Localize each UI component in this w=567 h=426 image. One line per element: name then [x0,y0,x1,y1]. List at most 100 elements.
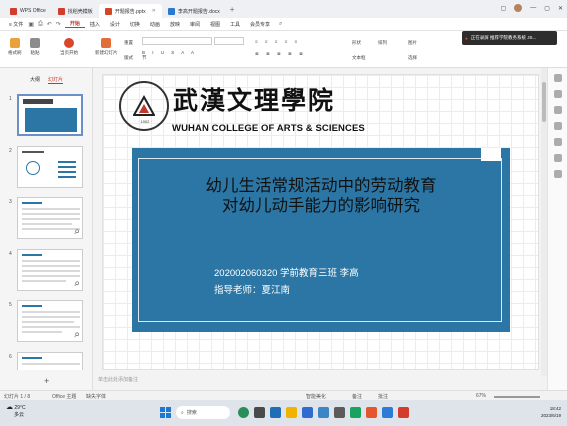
notes-button[interactable]: 备注 [352,393,362,400]
font-name-field[interactable] [142,37,212,45]
avatar[interactable] [514,4,523,12]
search-icon: ⌕ [181,409,184,416]
align-buttons[interactable]: ≣ ≣ ≣ ≣ ≣ [255,51,306,57]
layout-button[interactable]: 版式 [124,55,133,61]
slide-thumbnail-4[interactable]: ⌕ [17,249,83,291]
tab-label: WPS Office [20,8,46,14]
slide-thumbnail-6[interactable] [17,352,83,370]
menu-tools[interactable]: 工具 [225,21,245,28]
recording-toast[interactable]: ● 正在录屏 推荐学院教务系统 JS... [462,31,557,45]
slide-number: 2 [9,148,12,154]
menu-member[interactable]: 会员专享 [245,21,275,28]
wps-taskbar-icon[interactable] [398,407,409,418]
file-explorer-icon[interactable] [286,407,297,418]
layout-icon[interactable]: ▢ [501,5,507,12]
wechat-icon[interactable] [350,407,361,418]
paste-button[interactable]: 粘贴 [30,38,40,56]
new-tab-button[interactable]: + [230,5,235,14]
docx-icon [167,7,175,15]
slide-thumbnail-1[interactable] [17,94,83,136]
zoom-level[interactable]: 67% [476,393,486,399]
taskbar-search[interactable]: ⌕ 搜索 [176,406,230,419]
reset-button[interactable]: 重置 [124,40,133,46]
menu-insert[interactable]: 插入 [85,21,105,28]
menu-design[interactable]: 设计 [105,21,125,28]
add-slide-button[interactable]: + [44,376,49,386]
paragraph-buttons[interactable]: ≡ ≡ ≡ ≡ ≡ [255,39,300,44]
font-size-field[interactable] [214,37,244,45]
tab-docx[interactable]: 李高开题报告.docx [162,4,226,18]
menu-slideshow[interactable]: 放映 [165,21,185,28]
search-label: 搜索 [186,410,197,416]
template-icon [57,7,65,15]
college-name-en: WUHAN COLLEGE OF ARTS & SCIENCES [172,123,365,134]
select-icon[interactable] [554,106,562,114]
scrollbar-thumb[interactable] [542,82,546,122]
textbox-button[interactable]: 文本框 [352,55,366,61]
slide-thumbnail-5[interactable]: ⌕ [17,300,83,342]
share-icon[interactable] [554,170,562,178]
tab-slides[interactable]: 幻灯片 [48,76,64,84]
smart-beautify-button[interactable]: 智能美化 [306,393,326,400]
redo-icon[interactable]: ↷ [56,21,61,28]
file-menu[interactable]: ≡ 文件 [4,21,28,28]
tab-template[interactable]: 找稻壳模板 [52,4,99,18]
clock-time: 18:42 [549,406,561,411]
close-tab-icon[interactable]: ✕ [152,8,156,14]
menu-review[interactable]: 审阅 [185,21,205,28]
missing-font[interactable]: 缺失字体 [86,393,106,400]
format-painter-button[interactable]: 格式刷 [8,38,22,56]
slide-thumbnail-2[interactable] [17,146,83,188]
thumb-logo [23,99,53,104]
zoom-slider[interactable] [494,396,540,398]
edge-icon[interactable] [270,407,281,418]
new-slide-label: 新建幻灯片 [95,50,118,55]
menu-home[interactable]: 开始 [64,20,85,28]
quick-access: ▣ ⎙ ↶ ↷ [28,21,61,28]
tab-wps-home[interactable]: WPS Office [4,4,52,18]
settings-icon[interactable] [554,154,562,162]
title-bar: WPS Office 找稻壳模板 开题报告.pptx ✕ 李高开题报告.docx… [0,0,567,18]
new-slide-button[interactable]: 新建幻灯片 [95,38,118,56]
shape-icon[interactable] [554,90,562,98]
print-icon[interactable]: ⎙ [38,21,43,28]
start-button[interactable] [160,407,171,418]
select-button[interactable]: 选择 [408,55,417,61]
minimize-icon[interactable]: — [530,5,536,11]
student-info: 202002060320 学前教育三班 李高 [214,268,359,279]
notes-placeholder[interactable]: 单击此处添加备注 [98,376,138,383]
search-icon[interactable]: ⌕ [279,21,282,28]
maximize-icon[interactable]: ▢ [544,5,550,12]
tab-outline[interactable]: 大纲 [30,76,40,84]
shape-button[interactable]: 形状 [352,40,361,46]
app-icon-1[interactable] [238,407,249,418]
from-current-button[interactable]: 当页开始 [60,38,78,56]
undo-icon[interactable]: ↶ [47,21,52,28]
save-icon[interactable]: ▣ [28,21,34,28]
animation-icon[interactable] [554,122,562,130]
menu-view[interactable]: 视图 [205,21,225,28]
weather-widget[interactable]: ☁ 29°C 多云 [6,404,26,419]
slide-thumbnail-3[interactable]: ⌕ [17,197,83,239]
app-icon-2[interactable] [318,407,329,418]
section-button[interactable]: 节 [142,55,147,61]
system-clock[interactable]: 18:42 2023/6/19 [541,405,561,419]
slide-library-icon[interactable] [554,138,562,146]
pptx-icon [104,7,112,15]
app-icon-5[interactable] [382,407,393,418]
college-seal-logo: · 1902 · [119,81,169,131]
picture-button[interactable]: 图片 [408,40,417,46]
arrange-button[interactable]: 排列 [378,40,387,46]
task-view-icon[interactable] [254,407,265,418]
menu-transition[interactable]: 切换 [125,21,145,28]
close-window-icon[interactable]: ✕ [558,5,563,12]
menu-animation[interactable]: 动画 [145,21,165,28]
store-icon[interactable] [302,407,313,418]
tab-pptx[interactable]: 开题报告.pptx ✕ [98,4,162,18]
style-icon[interactable] [554,74,562,82]
slide[interactable]: · 1902 · 武漢文理學院 WUHAN COLLEGE OF ARTS & … [102,74,539,370]
font-style-buttons[interactable]: B I U S A A [142,50,197,55]
app-icon-3[interactable] [334,407,345,418]
app-icon-4[interactable] [366,407,377,418]
comment-button[interactable]: 批注 [378,393,388,400]
